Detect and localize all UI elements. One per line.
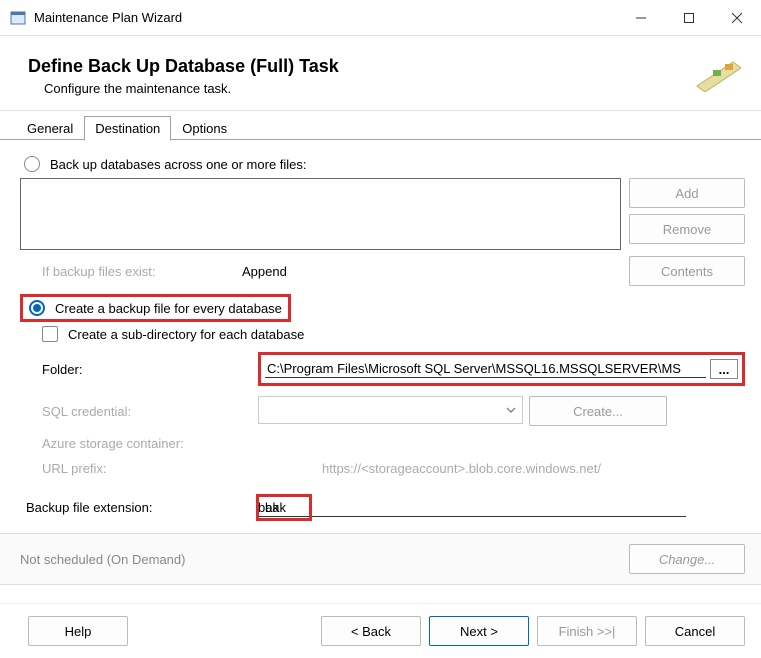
help-button[interactable]: Help	[28, 616, 128, 646]
schedule-text: Not scheduled (On Demand)	[20, 552, 629, 567]
close-button[interactable]	[727, 8, 747, 28]
radio-files[interactable]	[24, 156, 40, 172]
finish-button[interactable]: Finish >>|	[537, 616, 637, 646]
page-title: Define Back Up Database (Full) Task	[28, 56, 693, 77]
option-files-label: Back up databases across one or more fil…	[50, 157, 307, 172]
change-schedule-button[interactable]: Change...	[629, 544, 745, 574]
if-exist-value[interactable]: Append	[242, 264, 629, 279]
option-every-label: Create a backup file for every database	[55, 301, 282, 316]
titlebar: Maintenance Plan Wizard	[0, 0, 761, 36]
contents-button[interactable]: Contents	[629, 256, 745, 286]
sql-credential-dropdown[interactable]	[258, 396, 523, 424]
folder-label: Folder:	[42, 362, 258, 377]
url-prefix-label: URL prefix:	[42, 461, 322, 476]
tab-destination[interactable]: Destination	[84, 116, 171, 141]
subdir-row[interactable]: Create a sub-directory for each database	[42, 326, 745, 342]
checkbox-subdir[interactable]	[42, 326, 58, 342]
radio-every-db[interactable]	[29, 300, 45, 316]
back-button[interactable]: < Back	[321, 616, 421, 646]
highlight-folder: ...	[258, 352, 745, 386]
maximize-button[interactable]	[679, 8, 699, 28]
next-button[interactable]: Next >	[429, 616, 529, 646]
create-credential-button[interactable]: Create...	[529, 396, 667, 426]
footer: Help < Back Next > Finish >>| Cancel	[0, 603, 761, 658]
url-prefix-value: https://<storageaccount>.blob.core.windo…	[322, 461, 745, 476]
sql-credential-label: SQL credential:	[42, 404, 258, 419]
tab-options[interactable]: Options	[171, 116, 238, 141]
browse-button[interactable]: ...	[710, 359, 738, 379]
highlight-extension: bak	[256, 494, 312, 521]
azure-container-label: Azure storage container:	[42, 436, 258, 451]
cancel-button[interactable]: Cancel	[645, 616, 745, 646]
header-graphic-icon	[693, 56, 741, 92]
highlight-every-db: Create a backup file for every database	[20, 294, 291, 322]
minimize-button[interactable]	[631, 8, 651, 28]
tab-general[interactable]: General	[16, 116, 84, 141]
window-controls	[631, 8, 747, 28]
schedule-bar: Not scheduled (On Demand) Change...	[0, 533, 761, 585]
folder-input[interactable]	[265, 360, 706, 378]
extension-input[interactable]	[256, 499, 686, 517]
subdir-label: Create a sub-directory for each database	[68, 327, 304, 342]
chevron-down-icon	[506, 407, 516, 413]
add-button[interactable]: Add	[629, 178, 745, 208]
extension-value-box: bak	[265, 500, 286, 515]
if-exist-label: If backup files exist:	[42, 264, 242, 279]
tab-strip: General Destination Options	[0, 115, 761, 140]
files-area: Add Remove	[20, 178, 745, 250]
option-files-row[interactable]: Back up databases across one or more fil…	[24, 156, 745, 172]
window-title: Maintenance Plan Wizard	[34, 10, 631, 25]
remove-button[interactable]: Remove	[629, 214, 745, 244]
files-listbox[interactable]	[20, 178, 621, 250]
extension-label: Backup file extension:	[26, 500, 256, 515]
option-every-row[interactable]: Create a backup file for every database	[29, 300, 282, 316]
page-subtitle: Configure the maintenance task.	[44, 81, 693, 96]
app-icon	[10, 10, 26, 26]
tab-content: Back up databases across one or more fil…	[0, 140, 761, 521]
wizard-header: Define Back Up Database (Full) Task Conf…	[0, 42, 761, 111]
